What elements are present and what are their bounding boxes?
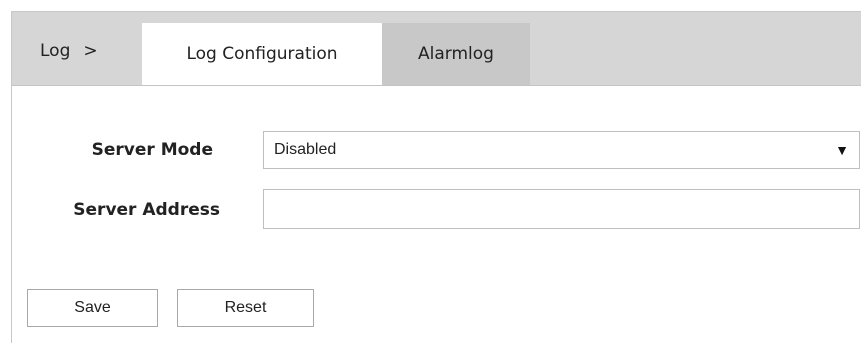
tab-log-configuration[interactable]: Log Configuration: [142, 23, 382, 85]
breadcrumb: Log >: [40, 41, 98, 61]
tab-alarmlog[interactable]: Alarmlog: [382, 23, 530, 85]
server-address-label: Server Address: [73, 200, 220, 220]
reset-button[interactable]: Reset: [177, 289, 314, 327]
chevron-down-icon: ▼: [835, 142, 849, 158]
log-panel: Log > Log Configuration Alarmlog Server M…: [11, 11, 861, 343]
breadcrumb-separator: >: [83, 41, 98, 61]
server-mode-select[interactable]: Disabled ▼: [263, 131, 860, 169]
breadcrumb-root[interactable]: Log: [40, 41, 70, 61]
server-address-field[interactable]: [263, 189, 860, 229]
server-mode-value: Disabled: [274, 141, 337, 158]
save-button[interactable]: Save: [27, 289, 158, 327]
server-mode-label: Server Mode: [91, 140, 213, 160]
tab-bar: Log > Log Configuration Alarmlog: [12, 12, 861, 86]
